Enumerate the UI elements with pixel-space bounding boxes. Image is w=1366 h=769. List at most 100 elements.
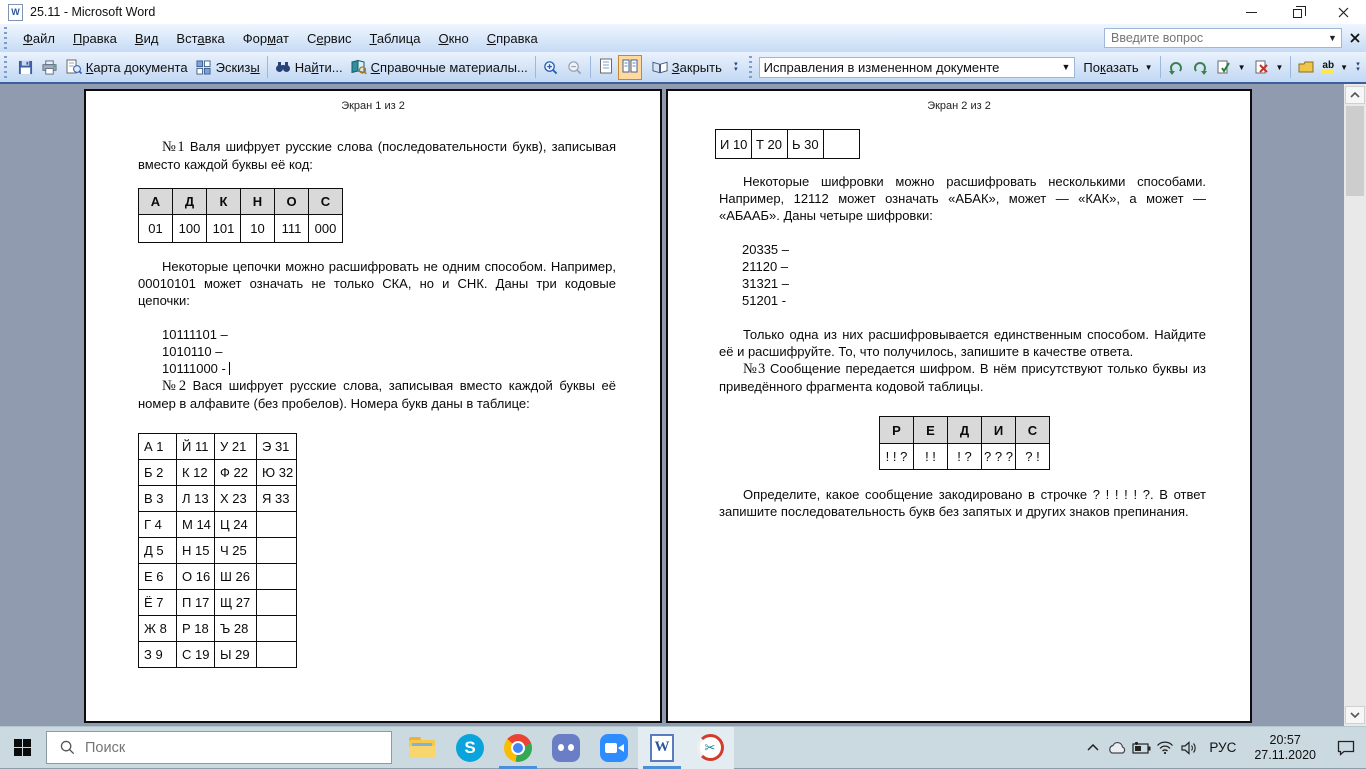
vertical-scrollbar[interactable] bbox=[1344, 84, 1366, 726]
toolbar-drag-handle[interactable] bbox=[747, 56, 753, 78]
discord-button[interactable] bbox=[542, 727, 590, 769]
file-explorer-icon bbox=[409, 737, 435, 758]
action-center-button[interactable] bbox=[1326, 727, 1366, 769]
insert-comment-button[interactable] bbox=[1294, 57, 1318, 77]
document-page-1[interactable]: Экран 1 из 2 №1 Валя шифрует русские сло… bbox=[84, 89, 662, 723]
restore-button[interactable] bbox=[1274, 0, 1320, 24]
accept-change-button[interactable]: ▼ bbox=[1212, 57, 1250, 77]
scroll-down-button[interactable] bbox=[1345, 706, 1365, 724]
menu-item-view[interactable]: Вид bbox=[126, 27, 168, 50]
research-button[interactable]: Справочные материалы... bbox=[347, 57, 532, 77]
allow-multiple-pages-button[interactable] bbox=[617, 54, 642, 80]
table-cell: А bbox=[138, 188, 173, 215]
toolbar-options-icon[interactable]: ▾ ▾ bbox=[1352, 53, 1364, 81]
table-cell: 101 bbox=[206, 214, 241, 243]
menu-item-insert[interactable]: Вставка bbox=[167, 27, 233, 50]
show-menu-button[interactable]: Показать ▼ bbox=[1079, 58, 1156, 77]
scroll-up-button[interactable] bbox=[1345, 86, 1365, 104]
table-cell: И 10 bbox=[715, 129, 752, 159]
wifi-button[interactable] bbox=[1153, 727, 1177, 769]
battery-button[interactable] bbox=[1129, 727, 1153, 769]
menu-item-help[interactable]: Справка bbox=[478, 27, 547, 50]
file-explorer-button[interactable] bbox=[398, 727, 446, 769]
menu-item-format[interactable]: Формат bbox=[234, 27, 298, 50]
code-table: А Д К Н О С 01 100 101 10 111 000 bbox=[138, 188, 343, 243]
toolbar-options-icon[interactable]: ▾ ▾ bbox=[730, 53, 742, 81]
task-number: №3 bbox=[743, 361, 766, 377]
minimize-button[interactable] bbox=[1228, 0, 1274, 24]
taskbar: S W ✂ РУС 20:57 27.11.20 bbox=[0, 726, 1366, 769]
question-dropdown-icon[interactable]: ▼ bbox=[1325, 29, 1340, 47]
table-cell: Н 15 bbox=[176, 537, 215, 564]
previous-change-button[interactable] bbox=[1164, 57, 1188, 77]
save-button[interactable] bbox=[14, 57, 38, 77]
menubar-close-button[interactable] bbox=[1350, 33, 1360, 43]
paragraph: №3 Сообщение передается шифром. В нём пр… bbox=[719, 360, 1206, 395]
speaker-icon bbox=[1181, 740, 1196, 755]
close-button[interactable] bbox=[1320, 0, 1366, 24]
research-book-icon bbox=[351, 59, 367, 75]
volume-button[interactable] bbox=[1177, 727, 1201, 769]
menu-item-window[interactable]: Окно bbox=[429, 27, 477, 50]
actual-page-view-button[interactable] bbox=[594, 55, 618, 80]
menu-item-tools[interactable]: Сервис bbox=[298, 27, 361, 50]
chrome-button[interactable] bbox=[494, 727, 542, 769]
table-cell: Р 18 bbox=[176, 615, 215, 642]
label-part: Вст bbox=[176, 30, 198, 46]
cloud-icon bbox=[1109, 742, 1126, 754]
thumbnails-button[interactable]: Эскизы bbox=[192, 57, 264, 77]
clock[interactable]: 20:57 27.11.2020 bbox=[1244, 733, 1326, 763]
close-reading-button[interactable]: Закрыть bbox=[648, 57, 726, 77]
code-chains: 10111101 – 1010110 – 10111000 - bbox=[138, 326, 616, 377]
start-button[interactable] bbox=[0, 727, 44, 769]
highlight-button[interactable]: ab ▼ bbox=[1318, 59, 1352, 76]
menu-item-file[interactable]: Файл bbox=[14, 27, 64, 50]
language-indicator[interactable]: РУС bbox=[1201, 740, 1244, 755]
taskbar-search[interactable] bbox=[46, 731, 392, 764]
menu-item-edit[interactable]: Правка bbox=[64, 27, 126, 50]
restore-icon bbox=[1292, 5, 1306, 18]
search-input[interactable] bbox=[83, 738, 353, 757]
reject-change-button[interactable]: ▼ bbox=[1250, 57, 1288, 77]
find-button[interactable]: Найти... bbox=[271, 57, 347, 77]
table-cell: Г 4 bbox=[138, 511, 177, 538]
chevron-down-icon: ▼ bbox=[1237, 62, 1246, 72]
single-page-icon bbox=[598, 58, 614, 74]
label-part: вка bbox=[204, 30, 225, 46]
print-button[interactable] bbox=[38, 57, 62, 77]
zoom-button[interactable] bbox=[590, 727, 638, 769]
tray-chevron-button[interactable] bbox=[1081, 727, 1105, 769]
zoom-out-button[interactable] bbox=[563, 57, 587, 77]
menu-item-table[interactable]: Таблица bbox=[360, 27, 429, 50]
table-cell bbox=[256, 537, 297, 564]
onedrive-button[interactable] bbox=[1105, 727, 1129, 769]
comment-note-icon bbox=[1298, 59, 1314, 75]
text-cursor bbox=[228, 362, 230, 375]
show-label: Показать bbox=[1083, 60, 1138, 75]
table-cell: К 12 bbox=[176, 459, 215, 486]
ask-question-input[interactable] bbox=[1104, 28, 1342, 48]
label-part: аблица bbox=[376, 30, 421, 46]
skype-button[interactable]: S bbox=[446, 727, 494, 769]
toolbar-drag-handle[interactable] bbox=[3, 27, 8, 49]
battery-icon bbox=[1132, 741, 1151, 754]
table-cell: П 17 bbox=[176, 589, 215, 616]
zoom-in-button[interactable] bbox=[539, 57, 563, 77]
toolbar-drag-handle[interactable] bbox=[3, 56, 8, 78]
document-map-button[interactable]: Карта документа bbox=[62, 57, 192, 77]
snipping-tool-button[interactable]: ✂ bbox=[686, 726, 734, 769]
scrollbar-thumb[interactable] bbox=[1346, 106, 1364, 196]
close-icon bbox=[1350, 33, 1360, 43]
paragraph-text: Вася шифрует русские слова, записывая вм… bbox=[138, 378, 616, 411]
word-button[interactable]: W bbox=[638, 726, 686, 769]
wifi-icon bbox=[1157, 741, 1174, 754]
label-part: С bbox=[306, 30, 317, 46]
chevron-down-icon: ▼ bbox=[1061, 62, 1071, 72]
label-part: ти... bbox=[318, 59, 343, 75]
reading-toolbar: Карта документа Эскизы Найти... Справочн… bbox=[0, 52, 1366, 84]
task-number: №1 bbox=[162, 139, 185, 155]
document-page-2[interactable]: Экран 2 из 2 И 10 Т 20 Ь 30 Некоторые ши… bbox=[666, 89, 1252, 723]
skype-icon: S bbox=[456, 733, 484, 762]
review-mode-select[interactable]: Исправления в измененном документе ▼ bbox=[758, 56, 1076, 78]
next-change-button[interactable] bbox=[1188, 57, 1212, 77]
